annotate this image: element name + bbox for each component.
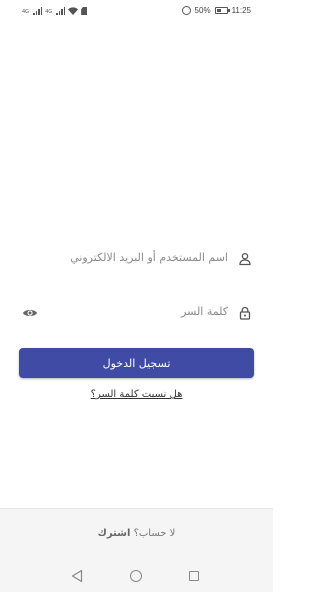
network-label-1: 4G (22, 9, 30, 15)
signup-prompt: لا حساب؟ (133, 528, 176, 539)
person-icon (239, 252, 251, 266)
wifi-icon (68, 7, 79, 15)
signup-line: لا حساب؟ اشترك (0, 528, 273, 539)
signup-panel: لا حساب؟ اشترك (0, 508, 273, 560)
recent-apps-icon[interactable] (189, 571, 199, 581)
battery-percent: 50% (194, 5, 211, 15)
status-right-group: 50% 11:25 (181, 5, 251, 15)
battery-icon (214, 6, 230, 14)
username-field[interactable]: اسم المستخدم أو البريد الالكتروني (20, 245, 254, 273)
battery-fill (216, 8, 221, 12)
home-icon[interactable] (130, 570, 142, 582)
password-field[interactable]: كلمة السر (20, 299, 254, 327)
status-time: 11:25 (231, 5, 251, 15)
back-icon[interactable] (71, 569, 83, 583)
status-left-group: 4G 4G (22, 5, 88, 15)
password-placeholder: كلمة السر (181, 305, 228, 318)
signup-link[interactable]: اشترك (98, 528, 131, 539)
eye-icon[interactable] (22, 305, 38, 321)
navigation-bar (0, 560, 273, 592)
sdcard-icon (81, 7, 88, 15)
forgot-password-link[interactable]: هل نسيت كلمة السر؟ (0, 389, 273, 400)
status-bar: 4G 4G 50% 11:25 (0, 0, 273, 20)
alarm-icon (181, 5, 191, 15)
login-button[interactable]: تسجيل الدخول (19, 348, 254, 378)
lock-icon (239, 306, 251, 320)
signal-icon (33, 7, 43, 15)
network-label-2: 4G (45, 9, 53, 15)
username-placeholder: اسم المستخدم أو البريد الالكتروني (70, 251, 228, 264)
signal-icon (56, 7, 66, 15)
